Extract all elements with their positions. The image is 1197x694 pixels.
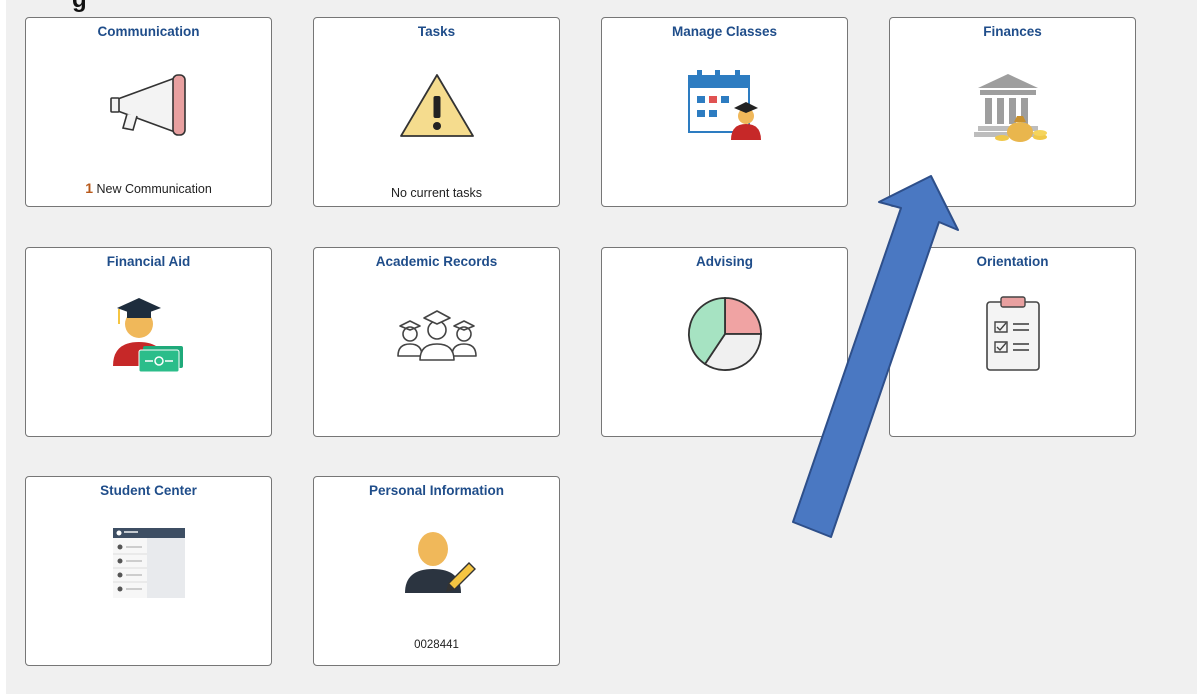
new-communication-count: 1	[85, 180, 93, 196]
tile-footer: 0028441	[414, 639, 459, 651]
tile-title: Orientation	[976, 254, 1049, 269]
tile-title: Personal Information	[368, 483, 505, 498]
tile-title: Financial Aid	[106, 254, 191, 269]
calendar-student-icon	[685, 70, 765, 151]
tile-manage-classes[interactable]: Manage Classes	[601, 17, 848, 207]
warning-icon	[397, 70, 477, 147]
tile-title: Academic Records	[375, 254, 498, 269]
user-edit-icon	[397, 523, 477, 604]
tile-orientation[interactable]: Orientation	[889, 247, 1136, 437]
tile-advising[interactable]: Advising	[601, 247, 848, 437]
tile-student-center[interactable]: Student Center	[25, 476, 272, 666]
graduates-group-icon	[394, 306, 480, 367]
pie-chart-icon	[685, 294, 765, 379]
graduate-money-icon	[109, 290, 189, 377]
tile-title: Advising	[695, 254, 753, 269]
tile-academic-records[interactable]: Academic Records	[313, 247, 560, 437]
tile-title: Tasks	[417, 24, 456, 39]
tile-title: Manage Classes	[671, 24, 778, 39]
tile-financial-aid[interactable]: Financial Aid	[25, 247, 272, 437]
tile-tasks[interactable]: Tasks No current tasks	[313, 17, 560, 207]
tile-footer: 1 New Communication	[26, 180, 271, 196]
tile-title: Student Center	[100, 483, 197, 498]
tile-finances[interactable]: Finances	[889, 17, 1136, 207]
tile-footer: No current tasks	[390, 186, 482, 200]
tile-communication[interactable]: Communication 1 New Communication	[25, 17, 272, 207]
bank-money-icon	[972, 70, 1054, 149]
tile-title: Finances	[983, 24, 1042, 39]
tile-personal-information[interactable]: Personal Information 0028441	[313, 476, 560, 666]
tile-title: Communication	[97, 24, 200, 39]
student-center-list-icon	[112, 527, 186, 604]
megaphone-icon	[109, 72, 189, 143]
clipboard-checklist-icon	[981, 296, 1045, 379]
new-communication-label: New Communication	[96, 182, 212, 196]
page-heading-fragment: g	[72, 0, 87, 14]
